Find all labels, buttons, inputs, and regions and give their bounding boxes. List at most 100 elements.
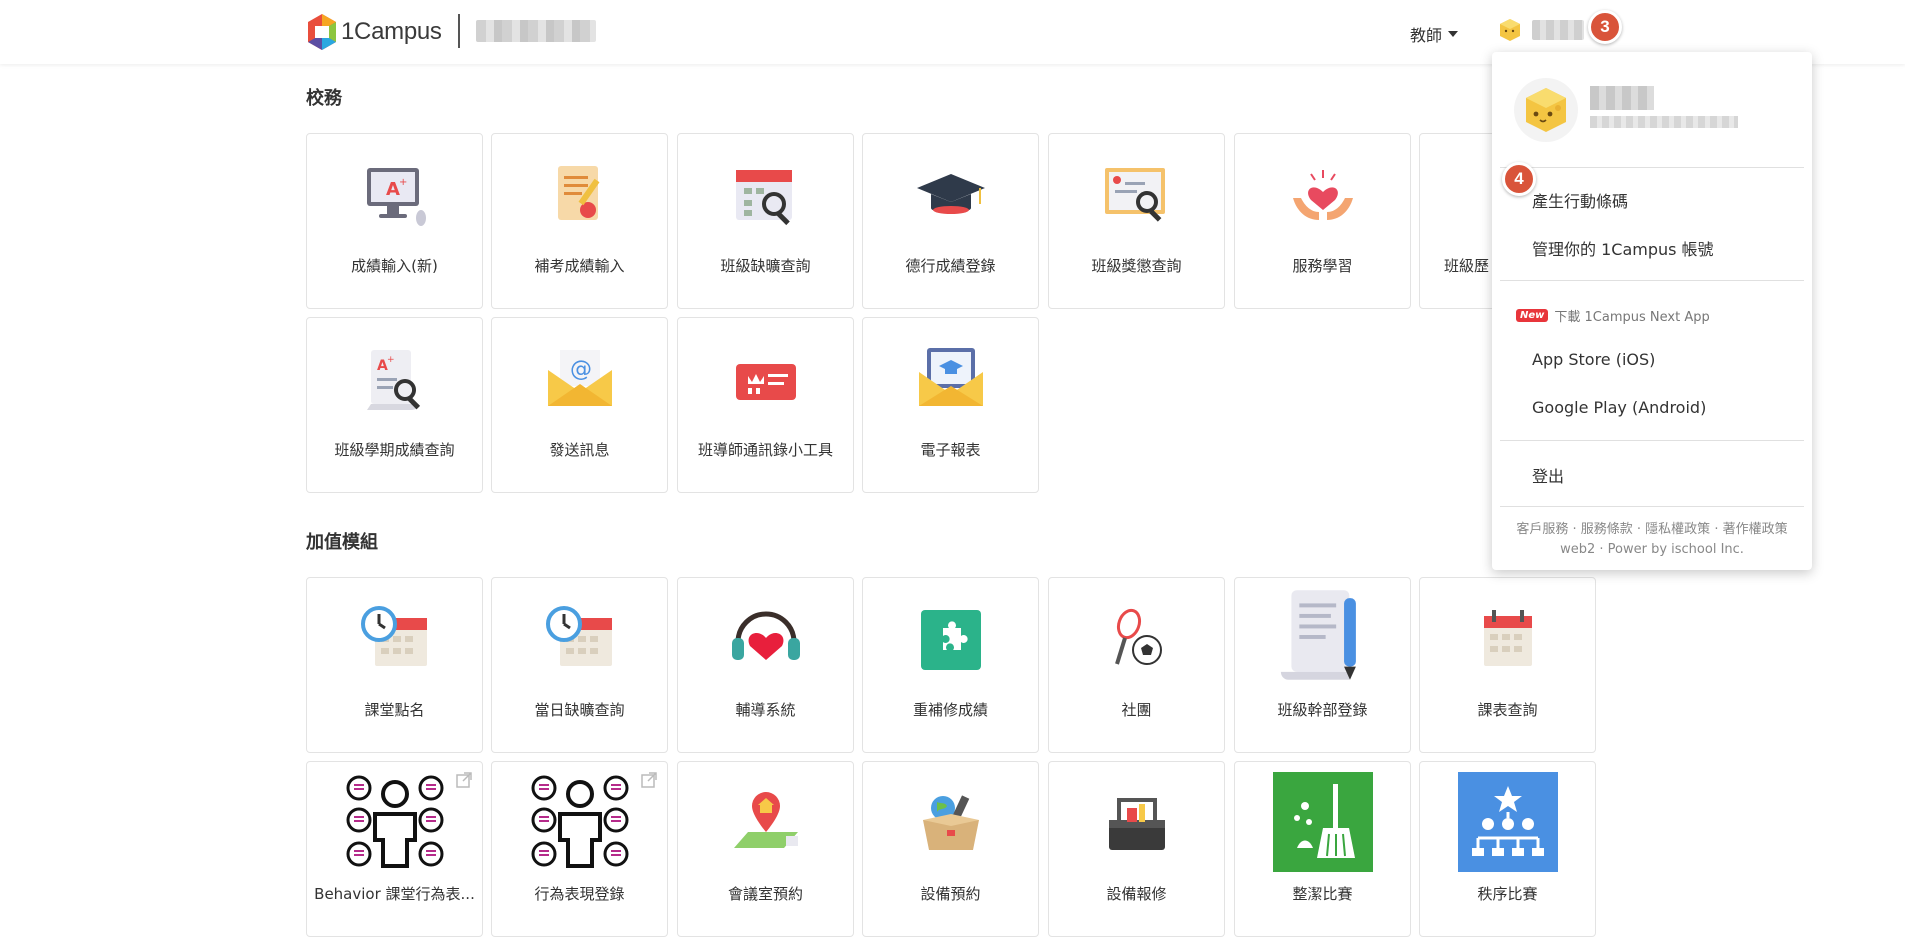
- clock-calendar-icon: [545, 606, 612, 666]
- user-menu-toggle[interactable]: [1496, 16, 1584, 44]
- tile-label: 班級幹部登錄: [1277, 701, 1368, 719]
- report-envelope-icon: [918, 348, 983, 406]
- dropdown-email-redacted: [1590, 116, 1738, 128]
- headphones-heart-icon: [731, 611, 800, 660]
- cheese-avatar-icon: [1500, 19, 1520, 41]
- tile-label: 班導師通訊錄小工具: [697, 441, 833, 459]
- tile-send-message[interactable]: @ 發送訊息: [491, 317, 668, 493]
- email-envelope-icon: @: [547, 350, 612, 406]
- tile-e-report[interactable]: 電子報表: [862, 317, 1039, 493]
- tile-label: 設備預約: [920, 885, 981, 903]
- dropdown-avatar: [1514, 78, 1578, 142]
- semester-grade-scroll-search-icon: A +: [366, 350, 420, 410]
- grade-input-monitor-icon: A +: [366, 168, 426, 226]
- username-redacted: [1532, 20, 1584, 40]
- tile-behavior-performance[interactable]: 行為表現登錄: [491, 761, 668, 937]
- racket-ball-icon: [1114, 608, 1162, 665]
- hexagon-logo-icon: [308, 14, 336, 50]
- tile-label: 當日缺曠查詢: [534, 701, 625, 719]
- svg-text:A: A: [386, 179, 400, 200]
- logout-button[interactable]: 登出: [1532, 463, 1564, 487]
- tile-class-reward[interactable]: 班級獎懲查詢: [1048, 133, 1225, 309]
- download-app-header: New 下載 1Campus Next App: [1516, 306, 1710, 325]
- tile-equipment-booking[interactable]: 設備預約: [862, 761, 1039, 937]
- footer-powered-by: web2 · Power by ischool Inc.: [1560, 542, 1744, 557]
- certificate-search-icon: [1104, 168, 1165, 222]
- tile-label: 會議室預約: [727, 885, 803, 903]
- dropdown-divider: [1500, 506, 1804, 507]
- app-logo[interactable]: 1Campus: [305, 12, 442, 52]
- tile-remedial-grade[interactable]: 重補修成績: [862, 577, 1039, 753]
- tile-class-cadre[interactable]: 班級幹部登錄: [1234, 577, 1411, 753]
- tile-conduct-grade[interactable]: 德行成績登錄: [862, 133, 1039, 309]
- tile-label: 重補修成績: [912, 701, 988, 719]
- new-badge: New: [1516, 309, 1549, 322]
- dropdown-divider: [1500, 440, 1804, 441]
- role-label: 教師: [1410, 26, 1443, 45]
- calendar-icon: [1483, 610, 1532, 666]
- dropdown-username-redacted: [1590, 86, 1654, 110]
- tile-roll-call[interactable]: 課堂點名: [306, 577, 483, 753]
- tile-label: 服務學習: [1292, 257, 1353, 275]
- tile-equipment-repair[interactable]: 設備報修: [1048, 761, 1225, 937]
- tile-club[interactable]: 社團: [1048, 577, 1225, 753]
- tile-daily-attendance[interactable]: 當日缺曠查詢: [491, 577, 668, 753]
- tile-counseling[interactable]: 輔導系統: [677, 577, 854, 753]
- user-dropdown-menu: 產生行動條碼 管理你的 1Campus 帳號 New 下載 1Campus Ne…: [1492, 52, 1812, 570]
- toolbox-icon: [1108, 798, 1165, 850]
- tile-makeup-grade[interactable]: 補考成績輸入: [491, 133, 668, 309]
- tile-label: 班級學期成績查詢: [334, 441, 455, 459]
- app-store-link[interactable]: App Store (iOS): [1532, 350, 1655, 369]
- tile-label: 成績輸入(新): [351, 257, 438, 275]
- puzzle-piece-icon: [920, 610, 981, 670]
- tile-meeting-room[interactable]: 會議室預約: [677, 761, 854, 937]
- tile-label: 秩序比賽: [1477, 885, 1538, 903]
- hands-heart-icon: [1292, 170, 1353, 220]
- person-behavior-icon: [346, 775, 443, 868]
- person-behavior-icon: [531, 775, 628, 868]
- tile-label: 行為表現登錄: [534, 885, 625, 903]
- tile-contact-tool[interactable]: 班導師通訊錄小工具: [677, 317, 854, 493]
- role-selector[interactable]: 教師: [1410, 22, 1459, 46]
- tile-label: 電子報表: [920, 441, 981, 459]
- svg-text:+: +: [399, 177, 407, 188]
- tile-label: 社團: [1121, 701, 1152, 719]
- tile-behavior-record[interactable]: Behavior 課堂行為表...: [306, 761, 483, 937]
- caret-down-icon: [1448, 31, 1459, 37]
- tile-class-attendance[interactable]: 班級缺曠查詢: [677, 133, 854, 309]
- contact-card-icon: [735, 364, 796, 400]
- download-app-label: 下載 1Campus Next App: [1554, 310, 1710, 325]
- tile-timetable[interactable]: 課表查詢: [1419, 577, 1596, 753]
- dropdown-divider: [1500, 167, 1804, 168]
- tile-label: 德行成績登錄: [905, 257, 996, 275]
- section-title-school: 校務: [306, 88, 342, 109]
- tile-order-contest[interactable]: 秩序比賽: [1419, 761, 1596, 937]
- tile-label: 補考成績輸入: [534, 257, 625, 275]
- tile-label: 設備報修: [1106, 885, 1167, 903]
- tile-service-learning[interactable]: 服務學習: [1234, 133, 1411, 309]
- graduation-cap-icon: [916, 174, 985, 214]
- svg-text:+: +: [387, 355, 395, 365]
- dropdown-divider: [1500, 280, 1804, 281]
- step-badge-3: 3: [1588, 10, 1622, 44]
- logo-divider: [458, 14, 460, 48]
- hierarchy-star-icon: [1457, 772, 1558, 872]
- section-title-addons: 加值模組: [306, 532, 378, 553]
- tile-label: 班級獎懲查詢: [1091, 257, 1182, 275]
- google-play-link[interactable]: Google Play (Android): [1532, 398, 1706, 417]
- tile-cleanliness-contest[interactable]: 整潔比賽: [1234, 761, 1411, 937]
- manage-account-link[interactable]: 管理你的 1Campus 帳號: [1532, 236, 1714, 260]
- scroll-pen-icon: [1280, 590, 1356, 680]
- tile-label: 課表查詢: [1477, 701, 1538, 719]
- cheese-avatar-icon: [1526, 88, 1566, 132]
- map-pin-house-icon: [733, 792, 798, 848]
- generate-mobile-barcode[interactable]: 產生行動條碼: [1532, 188, 1628, 212]
- tile-grade-input[interactable]: A + 成績輸入(新): [306, 133, 483, 309]
- footer-links[interactable]: 客戶服務 · 服務條款 · 隱私權政策 · 著作權政策: [1492, 518, 1812, 537]
- attendance-calendar-search-icon: [735, 170, 792, 226]
- globe-box-icon: [922, 795, 979, 850]
- tile-label: 課堂點名: [364, 701, 425, 719]
- tile-label: 班級缺曠查詢: [720, 257, 811, 275]
- tile-semester-grade[interactable]: A + 班級學期成績查詢: [306, 317, 483, 493]
- step-badge-4: 4: [1502, 162, 1536, 196]
